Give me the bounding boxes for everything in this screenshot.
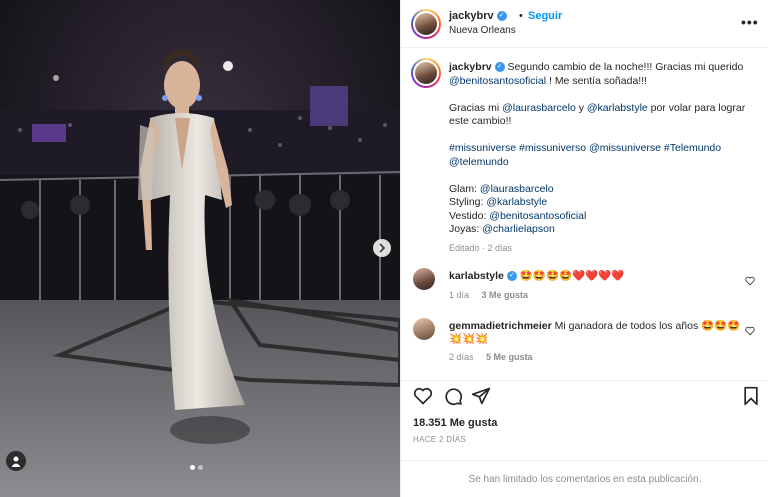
mention-link[interactable]: @charlielapson — [482, 223, 555, 235]
bookmark-icon[interactable] — [741, 386, 761, 406]
commenter-username[interactable]: karlabstyle — [449, 270, 504, 282]
comment-likes[interactable]: 3 Me gusta — [482, 290, 529, 300]
chevron-right-icon — [379, 243, 386, 253]
comment-likes[interactable]: 5 Me gusta — [486, 352, 533, 362]
verified-badge-icon: ✓ — [496, 11, 507, 22]
post-location[interactable]: Nueva Orleans — [449, 25, 516, 36]
post-actions-bar — [401, 380, 768, 410]
instagram-post-modal: jackybrv ✓ • Seguir Nueva Orleans ••• jac… — [0, 0, 768, 497]
more-options-icon[interactable]: ••• — [741, 14, 759, 30]
comment-text: gemmadietrichmeier Mi ganadora de todos … — [449, 320, 749, 346]
comment-text: karlabstyle ✓ 🤩🤩🤩🤩❤️❤️❤️❤️ — [449, 270, 749, 283]
mention-link[interactable]: @benitosantosoficial — [489, 210, 586, 222]
carousel-dot — [198, 465, 203, 470]
verified-badge-icon: ✓ — [506, 271, 517, 282]
credit-label: Styling: — [449, 196, 487, 208]
comment-time: 2 días — [449, 352, 474, 362]
credits-block: Glam: @laurasbarcelo Styling: @karlabsty… — [449, 183, 749, 237]
heart-icon[interactable] — [413, 386, 433, 406]
send-icon[interactable] — [471, 386, 491, 406]
comment-time: 1 día — [449, 290, 470, 300]
caption-text: Gracias mi — [449, 101, 503, 114]
caption-username[interactable]: jackybrv — [449, 61, 492, 73]
credit-label: Joyas: — [449, 223, 483, 235]
post-side-panel: jackybrv ✓ • Seguir Nueva Orleans ••• jac… — [400, 0, 768, 497]
caption-text: Segundo cambio de la noche!!! Gracias mi… — [504, 61, 744, 73]
commenter-avatar[interactable] — [413, 268, 435, 290]
post-header: jackybrv ✓ • Seguir Nueva Orleans ••• — [401, 0, 768, 48]
mention-link[interactable]: @karlabstyle — [486, 196, 547, 208]
tagged-users-button[interactable] — [6, 451, 26, 471]
caption-edited-meta: Editado · 2 días — [449, 243, 513, 253]
post-photo[interactable] — [0, 0, 400, 497]
commenter-username[interactable]: gemmadietrichmeier — [449, 320, 552, 332]
header-separator: • — [519, 10, 523, 22]
post-caption: jackybrv ✓ Segundo cambio de la noche!!! … — [449, 61, 749, 256]
author-avatar[interactable] — [411, 9, 441, 39]
mention-link[interactable]: @laurasbarcelo — [480, 183, 554, 195]
comment-meta: 1 día 3 Me gusta — [449, 290, 538, 300]
credit-label: Vestido: — [449, 209, 490, 222]
caption-author-avatar[interactable] — [411, 58, 441, 88]
follow-button[interactable]: Seguir — [528, 10, 562, 22]
comments-limited-notice: Se han limitado los comentarios en esta … — [401, 460, 768, 497]
user-icon — [11, 456, 21, 467]
likes-count[interactable]: 18.351 Me gusta — [413, 417, 497, 429]
post-date[interactable]: HACE 2 DÍAS — [413, 435, 466, 444]
carousel-dot-active — [190, 465, 195, 470]
photo-scene — [0, 0, 400, 497]
carousel-dots — [190, 465, 203, 470]
next-photo-button[interactable] — [373, 239, 391, 257]
comment-body: 🤩🤩🤩🤩❤️❤️❤️❤️ — [519, 270, 625, 282]
verified-badge-icon: ✓ — [494, 62, 505, 73]
mention-link[interactable]: @benitosantosoficial — [449, 75, 546, 87]
mention-link[interactable]: @laurasbarcelo — [502, 102, 576, 114]
caption-text: ! Me sentía soñada!!! — [546, 74, 648, 87]
credit-label: Glam: — [449, 182, 480, 195]
comment-meta: 2 días 5 Me gusta — [449, 352, 543, 362]
commenter-avatar[interactable] — [413, 318, 435, 340]
hashtags-link[interactable]: #missuniverse #missuniverso @missunivers… — [449, 142, 749, 169]
comment-heart-icon[interactable] — [745, 276, 755, 286]
mention-link[interactable]: @karlabstyle — [587, 102, 648, 114]
comment-heart-icon[interactable] — [745, 326, 755, 336]
author-username-text[interactable]: jackybrv — [449, 10, 494, 22]
caption-text: y — [575, 101, 587, 114]
author-username[interactable]: jackybrv ✓ — [449, 10, 507, 22]
comment-icon[interactable] — [443, 386, 463, 406]
